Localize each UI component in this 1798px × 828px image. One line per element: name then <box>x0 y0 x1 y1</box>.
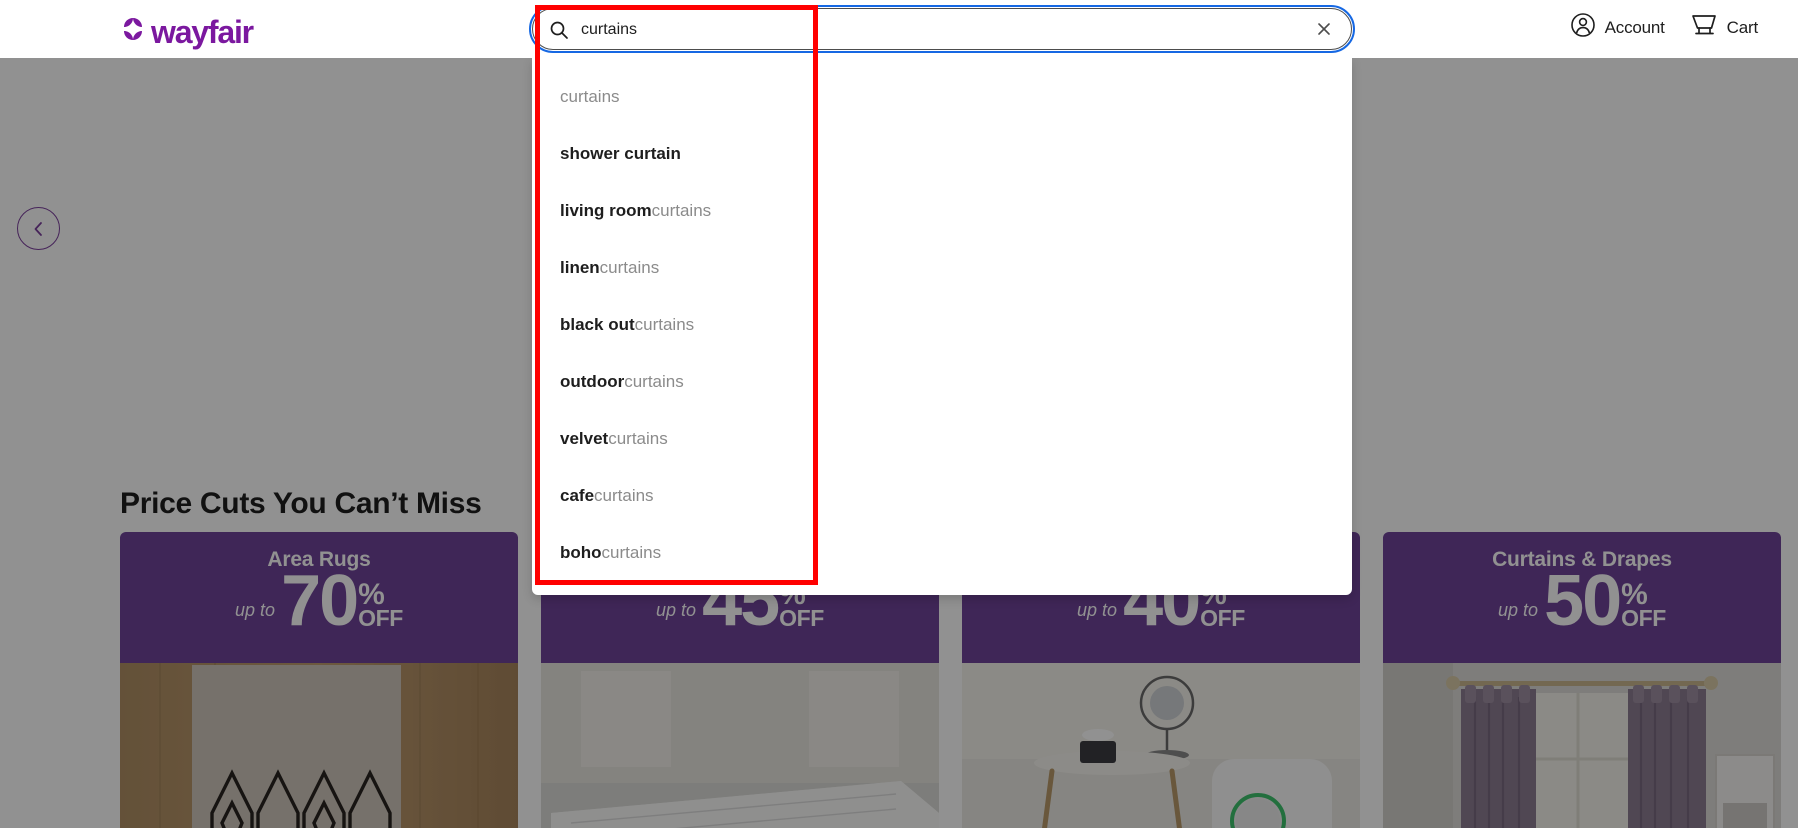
suggestion-bold: linen <box>560 257 600 277</box>
suggestion-bold: boho <box>560 542 602 562</box>
suggestion-bold: velvet <box>560 428 609 448</box>
account-label: Account <box>1604 17 1665 37</box>
suggestion-item[interactable]: linen curtains <box>532 239 817 296</box>
close-icon <box>1316 21 1332 40</box>
suggestion-rest: curtains <box>594 485 654 505</box>
shopping-cart-icon <box>1691 12 1718 43</box>
user-circle-icon <box>1570 12 1596 43</box>
search-suggestions-list: curtains shower curtain living room curt… <box>532 68 817 581</box>
suggestion-bold: black out <box>560 314 635 334</box>
suggestion-item[interactable]: outdoor curtains <box>532 353 817 410</box>
cart-label: Cart <box>1726 17 1759 37</box>
suggestion-item[interactable]: black out curtains <box>532 296 817 353</box>
search-clear-button[interactable] <box>1313 19 1335 41</box>
search-bar <box>529 5 1355 53</box>
search-suggestions-panel: curtains shower curtain living room curt… <box>532 58 1352 595</box>
suggestion-rest: curtains <box>651 200 712 220</box>
suggestion-rest: curtains <box>601 542 662 562</box>
suggestion-rest: curtains <box>599 257 660 277</box>
wayfair-diamond-logo-icon <box>118 14 148 49</box>
suggestion-item[interactable]: living room curtains <box>532 182 817 239</box>
search-input[interactable] <box>581 9 1241 51</box>
suggestion-rest: curtains <box>608 428 668 448</box>
suggestion-item[interactable]: cafe curtains <box>532 467 817 524</box>
suggestion-bold: cafe <box>560 485 595 505</box>
wayfair-search-page: Price Cuts You Can’t Miss Area Rugs up t… <box>0 0 1798 828</box>
search-box[interactable] <box>529 5 1355 53</box>
suggestion-item[interactable]: boho curtains <box>532 524 817 581</box>
suggestion-item[interactable]: shower curtain <box>532 125 817 182</box>
suggestion-rest: curtains <box>634 314 695 334</box>
wayfair-wordmark: wayfair <box>151 13 254 50</box>
suggestion-item[interactable]: curtains <box>532 68 817 125</box>
suggestion-bold: outdoor <box>560 371 625 391</box>
search-icon <box>549 20 569 40</box>
site-header: wayfair curtains Account Cart <box>0 0 1798 58</box>
suggestion-bold: shower curtain <box>560 143 681 163</box>
suggestion-rest: curtains <box>624 371 684 391</box>
suggestion-item[interactable]: velvet curtains <box>532 410 817 467</box>
suggestion-bold: living room <box>560 200 652 220</box>
header-actions: Account Cart <box>1570 12 1758 43</box>
account-button[interactable]: Account <box>1570 12 1665 43</box>
cart-button[interactable]: Cart <box>1691 12 1758 43</box>
suggestion-text: curtains <box>560 86 620 106</box>
wayfair-logo[interactable]: wayfair <box>118 13 254 50</box>
